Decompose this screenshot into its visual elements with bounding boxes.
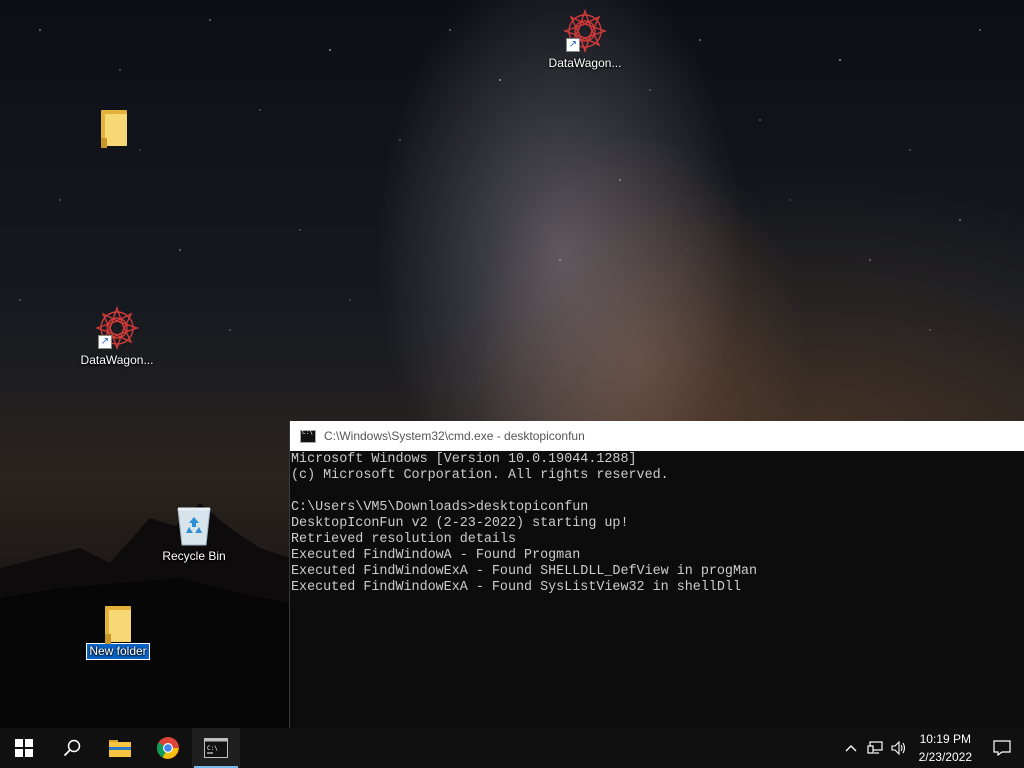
recycle-bin-icon-item[interactable]: Recycle Bin [155,503,233,564]
system-tray: 10:19 PM 2/23/2022 [839,728,1024,768]
file-explorer-icon [109,740,131,757]
desktop-icon-label: DataWagon... [80,353,154,367]
datawagon-shortcut-top[interactable]: ↗ DataWagon... [546,8,624,71]
new-folder-item[interactable]: New folder [79,604,157,660]
datawagon-app-icon: ↗ [562,8,608,54]
svg-text:C:\: C:\ [207,745,218,752]
command-prompt-icon: C:\ [204,738,228,758]
console-line: Executed FindWindowExA - Found SysListVi… [291,580,741,595]
chrome-icon [157,737,179,759]
shortcut-arrow-icon: ↗ [98,335,112,349]
windows-start-icon [15,739,33,757]
notification-icon [993,740,1011,756]
clock-time: 10:19 PM [919,732,971,746]
chevron-up-icon [845,745,857,752]
console-line: Executed FindWindowA - Found Progman [291,548,581,563]
folder-icon [99,108,129,148]
console-line: Retrieved resolution details [291,532,516,547]
volume-button[interactable] [887,728,911,768]
start-button[interactable] [0,728,48,768]
console-output[interactable]: Microsoft Windows [Version 10.0.19044.12… [290,451,1024,596]
command-prompt-icon [300,429,316,443]
show-hidden-icons-button[interactable] [839,728,863,768]
command-prompt-taskbar-button[interactable]: C:\ [192,728,240,768]
desktop: { "desktop": { "icons": [ {"label": "Dat… [0,0,1024,768]
datawagon-app-icon: ↗ [94,305,140,351]
rename-text-field[interactable]: New folder [86,643,150,660]
window-title: C:\Windows\System32\cmd.exe - desktopico… [324,429,585,443]
clock-date: 2/23/2022 [918,750,972,764]
search-icon [63,739,81,757]
console-line: C:\Users\VM5\Downloads>desktopiconfun [291,500,589,515]
console-line: Microsoft Windows [Version 10.0.19044.12… [291,452,637,467]
clock[interactable]: 10:19 PM 2/23/2022 [911,730,980,766]
network-icon [867,741,883,754]
console-line: ​ [291,484,1024,500]
folder-icon [103,604,133,644]
taskbar: C:\ 10:19 PM 2/23/2022 [0,728,1024,768]
cmd-window[interactable]: C:\Windows\System32\cmd.exe - desktopico… [289,421,1024,728]
shortcut-arrow-icon: ↗ [566,38,580,52]
console-line: DesktopIconFun v2 (2-23-2022) starting u… [291,516,629,531]
network-button[interactable] [863,728,887,768]
recycle-bin-icon [174,503,214,547]
volume-icon [891,741,905,755]
console-line: Executed FindWindowExA - Found SHELLDLL_… [291,564,758,579]
cmd-titlebar[interactable]: C:\Windows\System32\cmd.exe - desktopico… [290,421,1024,451]
action-center-button[interactable] [980,728,1024,768]
desktop-icon-label: Recycle Bin [162,549,226,563]
console-line: (c) Microsoft Corporation. All rights re… [291,468,669,483]
desktop-icon-label: DataWagon... [548,56,622,70]
search-button[interactable] [48,728,96,768]
file-explorer-button[interactable] [96,728,144,768]
datawagon-shortcut-left[interactable]: ↗ DataWagon... [78,305,156,368]
chrome-button[interactable] [144,728,192,768]
folder-icon-unnamed[interactable] [75,108,153,160]
